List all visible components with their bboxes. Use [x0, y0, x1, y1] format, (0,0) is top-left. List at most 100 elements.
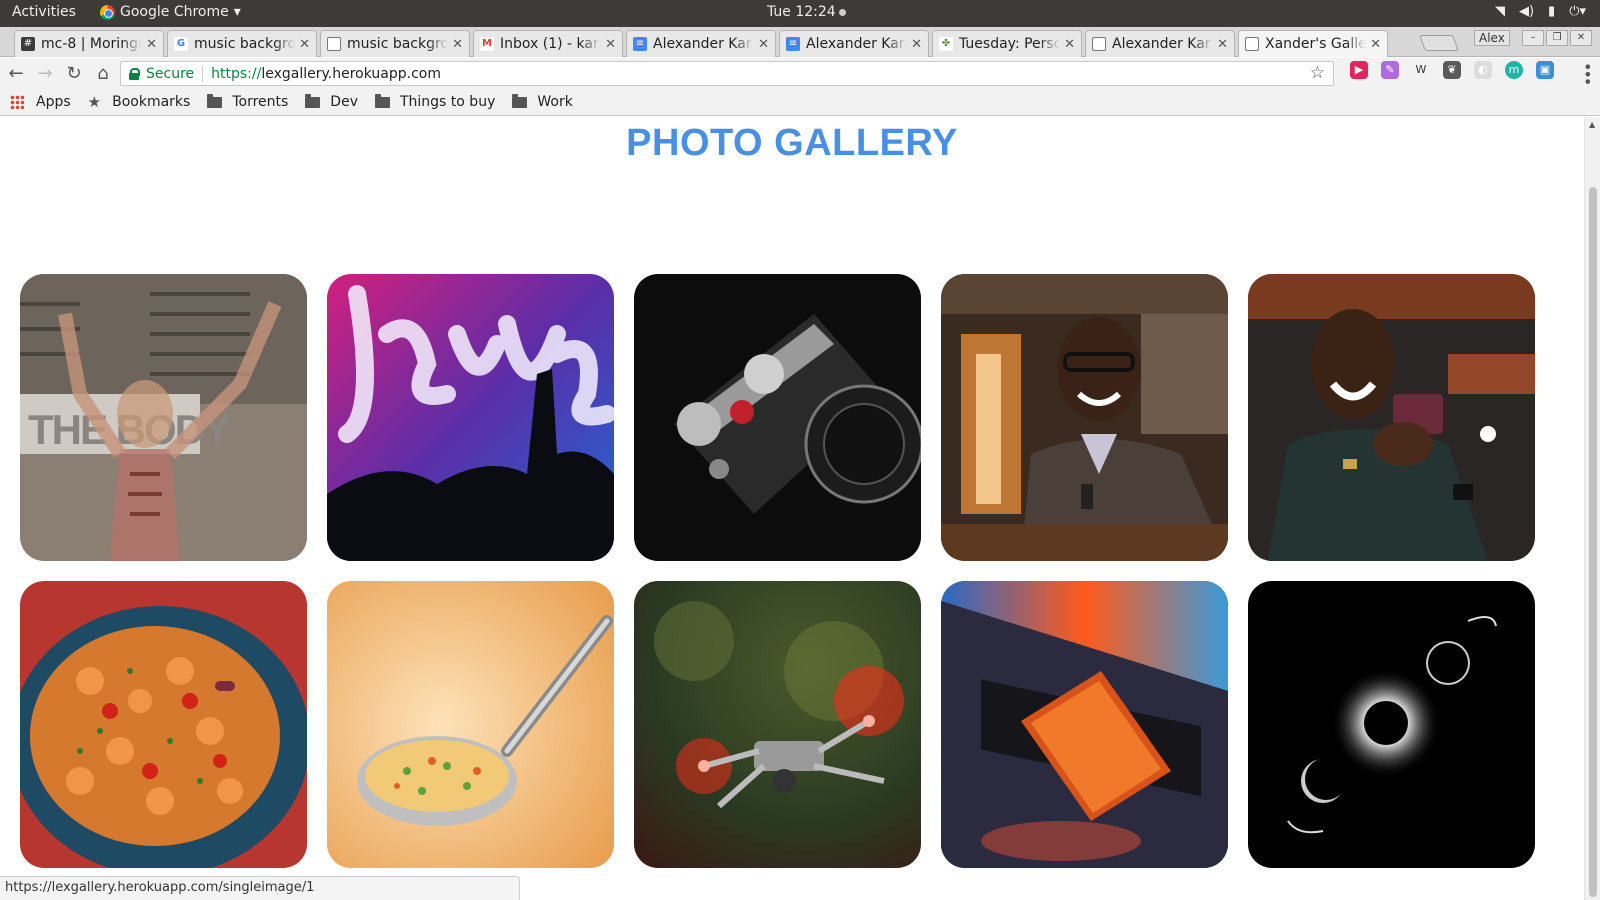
- gallery-photo-jollof-rice[interactable]: [20, 581, 307, 868]
- folder-icon: [374, 93, 390, 108]
- volume-icon: ◀): [1518, 4, 1535, 19]
- bookmark-label: Apps: [36, 94, 71, 110]
- close-window-icon[interactable]: ✕: [1570, 30, 1592, 46]
- app-menu[interactable]: Google Chrome ▾: [100, 4, 241, 20]
- app-menu-label: Google Chrome: [120, 4, 229, 20]
- close-icon[interactable]: ✕: [452, 37, 463, 52]
- gallery-photo-camera[interactable]: [634, 274, 921, 561]
- gallery-photo-noodle-soup[interactable]: [327, 581, 614, 868]
- reload-icon[interactable]: ↻: [61, 61, 87, 87]
- divider: [202, 65, 204, 82]
- tab-alexander-doc-2[interactable]: ≡ Alexander Kar ✕: [779, 30, 929, 57]
- scroll-up-icon[interactable]: ▲: [1589, 120, 1595, 129]
- gallery-photo-eclipse[interactable]: [1248, 581, 1535, 868]
- bookmark-things-to-buy[interactable]: Things to buy: [374, 93, 496, 110]
- page-scrollbar[interactable]: ▲: [1584, 117, 1600, 900]
- evernote-icon[interactable]: ❦: [1443, 61, 1461, 79]
- url-scheme: https://: [211, 65, 262, 82]
- smiling-man-image: [941, 274, 1228, 561]
- minimize-icon[interactable]: –: [1522, 30, 1544, 46]
- chrome-menu-icon[interactable]: •••: [1578, 62, 1597, 84]
- tab-tuesday[interactable]: ✤ Tuesday: Perso ✕: [932, 30, 1082, 57]
- gallery-photo-body-sculpture[interactable]: THE BODY: [20, 274, 307, 561]
- bookmark-apps[interactable]: Apps: [10, 94, 71, 110]
- bookmark-star-icon[interactable]: ☆: [1310, 63, 1325, 83]
- tab-strip: # mc-8 | Moringa ✕ G music background ✕ …: [0, 27, 1600, 57]
- camera-image: [634, 274, 921, 561]
- page-title: PHOTO GALLERY: [626, 122, 958, 164]
- window-controls: – ❐ ✕: [1522, 30, 1592, 46]
- close-icon[interactable]: ✕: [1370, 37, 1381, 52]
- back-arrow-icon[interactable]: ←: [3, 61, 29, 87]
- slack-icon: #: [21, 37, 35, 51]
- gallery-photo-drone[interactable]: [634, 581, 921, 868]
- tab-music-background-1[interactable]: G music background ✕: [167, 30, 317, 57]
- extension-icons: ▶ ✎ W ❦ ◐ m ▣: [1350, 61, 1554, 79]
- wikipedia-icon[interactable]: W: [1412, 61, 1430, 79]
- tree-icon: ✤: [939, 37, 953, 51]
- tab-title: Inbox (1) - kara: [500, 36, 602, 52]
- extension-grey-icon[interactable]: ◐: [1474, 61, 1492, 79]
- tab-music-background-2[interactable]: music background ✕: [320, 30, 470, 57]
- close-icon[interactable]: ✕: [605, 37, 616, 52]
- close-icon[interactable]: ✕: [299, 37, 310, 52]
- home-icon[interactable]: ⌂: [90, 61, 116, 87]
- forward-arrow-icon[interactable]: →: [32, 61, 58, 87]
- bookmark-bookmarks[interactable]: ★ Bookmarks: [88, 93, 191, 111]
- gallery-photo-man-with-phone[interactable]: [1248, 274, 1535, 561]
- page-icon: [327, 37, 341, 51]
- notification-dot-icon: [838, 8, 846, 16]
- status-bar-url: https://lexgallery.herokuapp.com/singlei…: [0, 876, 520, 900]
- close-icon[interactable]: ✕: [1064, 37, 1075, 52]
- tab-inbox[interactable]: M Inbox (1) - kara ✕: [473, 30, 623, 57]
- clock[interactable]: Tue 12:24: [767, 4, 846, 20]
- address-bar[interactable]: Secure https://lexgallery.herokuapp.com …: [120, 61, 1334, 86]
- wifi-icon: ◥: [1494, 4, 1505, 19]
- folder-icon: [305, 93, 321, 108]
- bookmark-label: Things to buy: [399, 94, 496, 110]
- close-icon[interactable]: ✕: [146, 37, 157, 52]
- jollof-rice-image: [20, 581, 307, 868]
- scrollbar-thumb[interactable]: [1589, 187, 1597, 897]
- extension-purple-icon[interactable]: ✎: [1381, 61, 1399, 79]
- lock-icon: [129, 67, 140, 80]
- close-icon[interactable]: ✕: [911, 37, 922, 52]
- maximize-icon[interactable]: ❐: [1546, 30, 1568, 46]
- extension-blue-icon[interactable]: ▣: [1536, 61, 1554, 79]
- tab-xanders-gallery[interactable]: Xander's Galle ✕: [1238, 30, 1388, 57]
- extension-teal-icon[interactable]: m: [1505, 61, 1523, 79]
- gallery-photo-smiling-man[interactable]: [941, 274, 1228, 561]
- tab-title: mc-8 | Moringa: [41, 36, 143, 52]
- extension-red-icon[interactable]: ▶: [1350, 61, 1368, 79]
- drone-image: [634, 581, 921, 868]
- bookmark-dev[interactable]: Dev: [305, 93, 358, 110]
- url-host: lexgallery.herokuapp.com: [261, 65, 441, 82]
- system-tray[interactable]: ◥ ◀) ▮ ⏻▾: [1495, 4, 1586, 19]
- tab-title: Alexander Kar: [1112, 36, 1211, 52]
- clock-label: Tue 12:24: [767, 4, 836, 20]
- bookmark-work[interactable]: Work: [512, 93, 573, 110]
- tab-title: Tuesday: Perso: [959, 36, 1061, 52]
- page-content: PHOTO GALLERY THE BODY: [0, 117, 1584, 900]
- close-icon[interactable]: ✕: [1217, 37, 1228, 52]
- tab-alexander-page[interactable]: Alexander Kar ✕: [1085, 30, 1235, 57]
- tab-title: Xander's Galle: [1265, 36, 1367, 52]
- tab-mc8[interactable]: # mc-8 | Moringa ✕: [14, 30, 164, 57]
- eclipse-image: [1248, 581, 1535, 868]
- bookmark-label: Bookmarks: [112, 94, 191, 110]
- body-sculpture-image: THE BODY: [20, 274, 307, 561]
- gallery-photo-jesus-neon[interactable]: [327, 274, 614, 561]
- close-icon[interactable]: ✕: [758, 37, 769, 52]
- new-tab-button[interactable]: [1419, 35, 1459, 51]
- bookmark-torrents[interactable]: Torrents: [207, 93, 288, 110]
- tab-alexander-doc-1[interactable]: ≡ Alexander Kar ✕: [626, 30, 776, 57]
- page-icon: [1245, 37, 1259, 51]
- apps-grid-icon: [10, 95, 24, 109]
- jesus-neon-image: [327, 274, 614, 561]
- battery-icon: ▮: [1548, 4, 1556, 19]
- activities-button[interactable]: Activities: [12, 4, 76, 20]
- gallery-photo-phone-on-laptop[interactable]: [941, 581, 1228, 868]
- bookmarks-bar: Apps ★ Bookmarks Torrents Dev Things to b…: [0, 89, 1600, 116]
- profile-button[interactable]: Alex: [1474, 30, 1510, 46]
- noodle-soup-image: [327, 581, 614, 868]
